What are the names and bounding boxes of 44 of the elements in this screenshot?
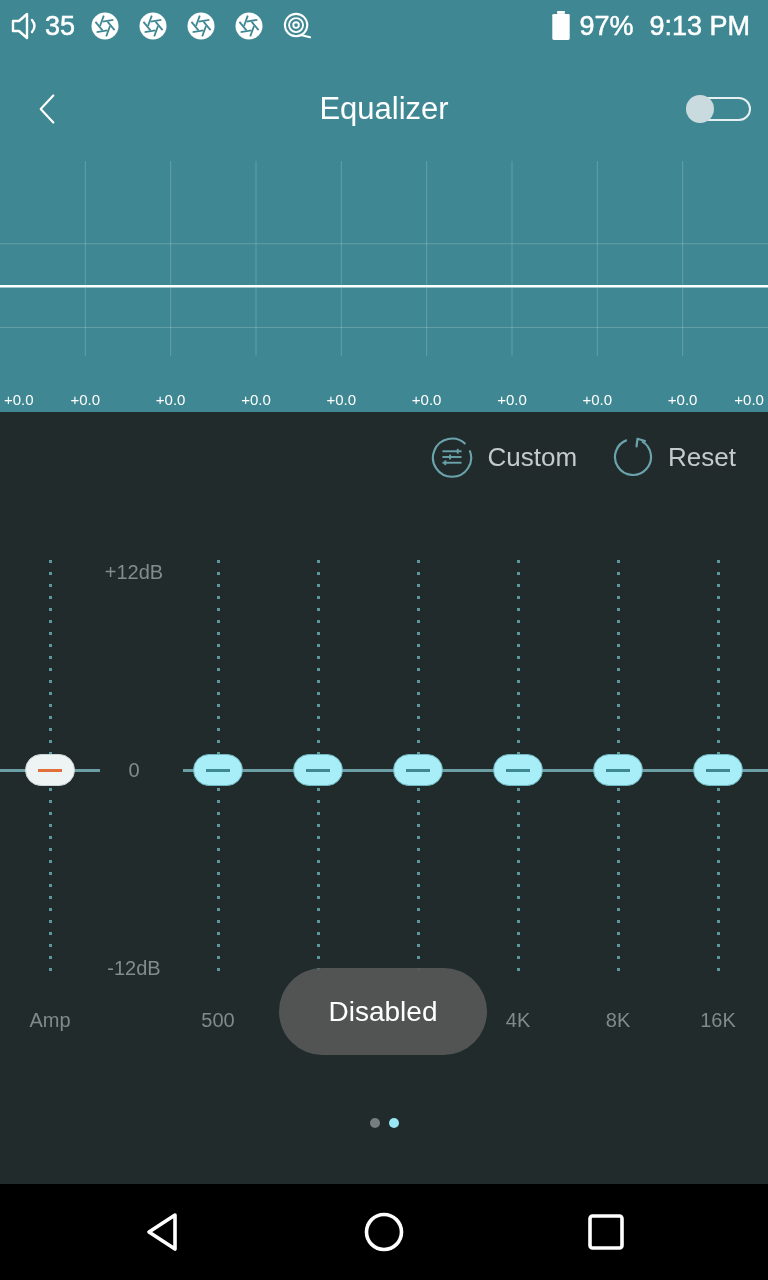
gain-reading: +0.0 [734,390,764,410]
gain-reading: +0.0 [411,390,442,410]
reset-icon [613,437,654,477]
band-label: 8K [605,1008,631,1032]
gain-reading: +0.0 [582,390,613,410]
aperture-icon [235,11,264,40]
band-label: 16K [700,1008,736,1032]
reset-button[interactable]: Reset [613,437,736,477]
scale-label: 0 [128,758,140,782]
scale-label: +12dB [104,560,164,584]
gain-reading: +0.0 [70,390,101,410]
gain-reading: +0.0 [326,390,357,410]
band-label: 500 [201,1008,235,1032]
custom-button[interactable]: Custom [430,436,578,478]
aperture-icon [91,11,120,40]
home-icon[interactable] [364,1212,404,1252]
gain-reading: +0.0 [497,390,527,410]
slider-thumb[interactable] [293,754,343,786]
band-label: Amp [29,1008,71,1032]
clock-time: 9:13 PM [649,10,750,41]
volume-level: 35 [45,10,76,41]
gain-reading: +0.0 [667,390,698,410]
slider-thumb[interactable] [393,754,443,786]
aperture-icon [187,11,216,40]
screen-title: Equalizer [319,89,449,128]
back-icon[interactable] [144,1212,180,1252]
disc-icon [283,11,312,40]
slider-thumb[interactable] [593,754,643,786]
sliders-icon [430,436,473,478]
battery-percentage: 97% [579,10,634,41]
slider-thumb[interactable] [693,754,743,786]
gain-reading: +0.0 [155,390,186,410]
recents-icon[interactable] [588,1214,624,1250]
gain-reading: +0.0 [4,390,34,410]
gain-reading: +0.0 [241,390,271,410]
toggle-switch[interactable] [686,93,752,124]
battery-icon [552,11,571,41]
aperture-icon [139,11,168,40]
toast: Disabled [279,968,487,1055]
slider-thumb[interactable] [493,754,543,786]
slider-thumb[interactable] [193,754,243,786]
band-label: 4K [505,1008,531,1032]
slider-thumb[interactable] [25,754,75,786]
scale-label: -12dB [107,956,161,980]
